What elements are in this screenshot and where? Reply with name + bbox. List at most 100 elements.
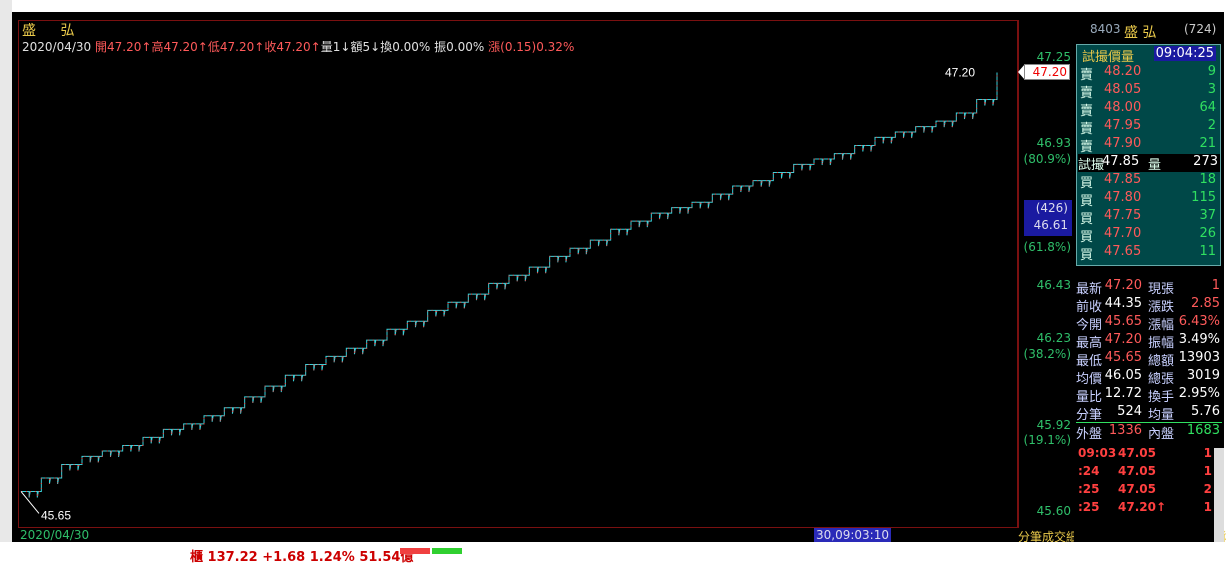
stat-label: 前收	[1076, 300, 1103, 315]
tick-row[interactable]: :24 47.05 1	[1076, 464, 1214, 482]
tick-price: 47.20↑	[1118, 500, 1167, 514]
stat-label: 量比	[1076, 390, 1103, 405]
axis-price: 46.43	[1036, 278, 1071, 292]
row-price: 47.80	[1104, 190, 1142, 205]
stat-value: 2.95%	[1178, 386, 1220, 401]
trial-qty-label: 量	[1148, 158, 1162, 173]
row-price: 47.75	[1104, 208, 1142, 223]
row-label: 買	[1080, 194, 1094, 209]
stat-label: 今開	[1076, 318, 1103, 333]
ask-row[interactable]: 賣 48.00 64	[1080, 100, 1218, 119]
tick-qty: 1	[1203, 500, 1212, 514]
stat-label: 最新	[1076, 282, 1103, 297]
tick-time: :24	[1078, 464, 1100, 478]
tick-qty: 1	[1203, 446, 1212, 460]
stat-value: 46.05	[1104, 368, 1142, 383]
left-scroll-strip[interactable]	[0, 0, 12, 542]
row-qty: 273	[1193, 154, 1218, 169]
tick-scrollbar[interactable]	[1214, 448, 1224, 542]
x-start-date: 2020/04/30	[20, 528, 90, 542]
row-qty: 21	[1199, 136, 1216, 151]
info-date: 2020/04/30	[22, 40, 92, 54]
amount-value: 5↓	[362, 40, 381, 54]
axis-pct: (61.8%)	[1023, 240, 1071, 254]
ask-row[interactable]: 賣 47.90 21	[1080, 136, 1218, 155]
stat-label: 現張	[1148, 282, 1175, 297]
tick-qty: 2	[1203, 482, 1212, 496]
stat-row: 前收 44.35 漲跌 2.85	[1076, 296, 1222, 315]
tick-chart-area[interactable]: 45.65 47.20	[18, 20, 1018, 528]
stat-value: 1	[1211, 278, 1220, 293]
row-price: 47.85	[1102, 154, 1140, 169]
stat-label: 最高	[1076, 336, 1103, 351]
axis-price: 47.25	[1036, 50, 1071, 64]
orderbook-title: 試撮價量	[1082, 50, 1135, 65]
stat-value: 3019	[1186, 368, 1220, 383]
stat-value: 13903	[1178, 350, 1220, 365]
crosshair-price-box: (426) 46.61	[1024, 200, 1072, 236]
ask-row[interactable]: 賣 48.20 9	[1080, 64, 1218, 83]
low-value: 47.20↑	[219, 40, 265, 54]
row-price: 47.65	[1104, 244, 1142, 259]
stat-label: 換手	[1148, 390, 1175, 405]
tick-row[interactable]: :25 47.20↑ 1	[1076, 500, 1214, 518]
stat-label: 均價	[1076, 372, 1103, 387]
row-price: 47.95	[1104, 118, 1142, 133]
ask-row[interactable]: 賣 47.95 2	[1080, 118, 1218, 137]
stat-label: 總張	[1148, 372, 1175, 387]
row-price: 48.20	[1104, 64, 1142, 79]
stat-value: 45.65	[1104, 350, 1142, 365]
up-ratio-bar	[400, 548, 430, 554]
stat-value: 2.85	[1191, 296, 1220, 311]
stat-row: 均價 46.05 總張 3019	[1076, 368, 1222, 387]
status-bar	[0, 542, 1226, 564]
row-qty: 11	[1199, 244, 1216, 259]
high-value: 47.20↑	[163, 40, 208, 54]
stock-header-name: 盛 弘	[1124, 25, 1157, 41]
row-label: 買	[1080, 230, 1094, 245]
stat-label: 漲幅	[1148, 318, 1175, 333]
row-label: 買	[1080, 176, 1094, 191]
tick-qty: 1	[1203, 464, 1212, 478]
stat-label: 外盤	[1076, 427, 1103, 442]
row-label: 買	[1080, 212, 1094, 227]
amplitude-value: 0.00%	[446, 40, 485, 54]
stat-label: 漲跌	[1148, 300, 1175, 315]
bid-row[interactable]: 買 47.80 115	[1080, 190, 1218, 209]
axis-price: 45.60	[1036, 504, 1071, 518]
row-qty: 115	[1191, 190, 1216, 205]
stat-label: 內盤	[1148, 427, 1175, 442]
price-series-red-dashes	[21, 72, 998, 498]
price-series-line	[21, 72, 998, 498]
axis-price: 46.23	[1036, 331, 1071, 345]
row-label: 賣	[1080, 140, 1094, 155]
stat-value: 1683	[1186, 423, 1220, 438]
row-qty: 9	[1207, 64, 1216, 79]
axis-price: 45.92	[1036, 418, 1071, 432]
stat-value: 3.49%	[1178, 332, 1220, 347]
bid-row[interactable]: 買 47.65 11	[1080, 244, 1218, 263]
ask-row[interactable]: 賣 48.05 3	[1080, 82, 1218, 101]
stat-label: 均量	[1148, 408, 1175, 423]
crosshair-count: (426)	[1035, 201, 1068, 215]
tick-row[interactable]: :25 47.05 2	[1076, 482, 1214, 500]
bid-row[interactable]: 買 47.70 26	[1080, 226, 1218, 245]
trial-row[interactable]: 試撮 47.85 量 273	[1078, 154, 1220, 173]
stat-row: 量比 12.72 換手 2.95%	[1076, 386, 1222, 405]
close-label: 收	[264, 40, 277, 54]
stat-label: 分筆	[1076, 408, 1103, 423]
change-value: (0.15)0.32%	[500, 40, 575, 54]
tick-price: 47.05	[1118, 482, 1156, 496]
stat-value: 47.20	[1104, 278, 1142, 293]
bid-row[interactable]: 買 47.75 37	[1080, 208, 1218, 227]
high-label: 高	[151, 40, 164, 54]
end-price-label: 47.20	[945, 66, 975, 80]
close-value: 47.20↑	[276, 40, 321, 54]
tick-row[interactable]: 09:03 47.05 1	[1076, 446, 1214, 464]
row-qty: 37	[1199, 208, 1216, 223]
amplitude-label: 振	[434, 40, 447, 54]
stat-row: 今開 45.65 漲幅 6.43%	[1076, 314, 1222, 333]
stat-value: 1336	[1108, 423, 1142, 438]
bid-row[interactable]: 買 47.85 18	[1080, 172, 1218, 191]
stat-row: 分筆 524 均量 5.76	[1076, 404, 1222, 423]
